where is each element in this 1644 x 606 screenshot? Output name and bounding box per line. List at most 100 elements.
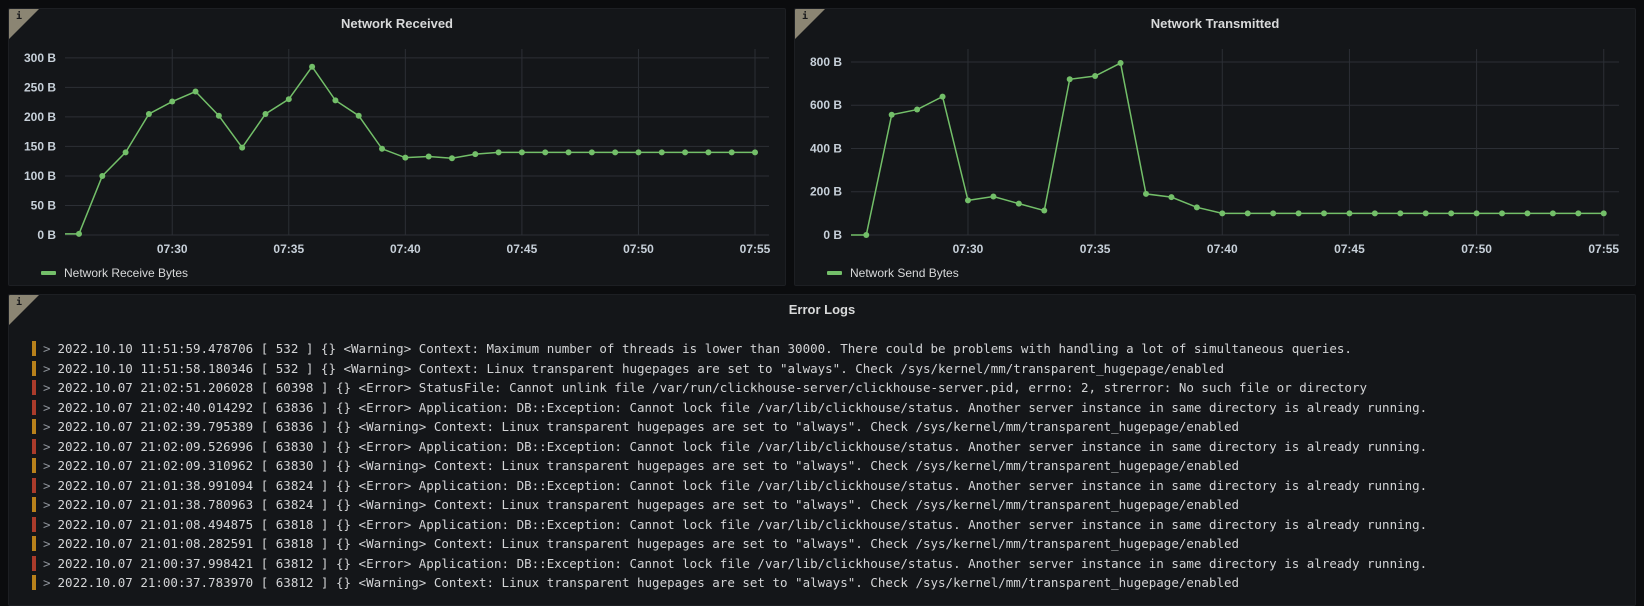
log-level-bar-error	[32, 517, 36, 532]
legend-line-swatch	[41, 271, 56, 275]
expand-chevron-icon[interactable]: >	[43, 419, 51, 434]
info-icon: i	[802, 11, 808, 22]
log-row[interactable]: >2022.10.07 21:02:39.795389 [ 63836 ] {}…	[32, 417, 1627, 437]
log-level-bar-warning	[32, 497, 36, 512]
panel-header: Network Transmitted	[795, 9, 1635, 37]
panel-title-network-transmitted[interactable]: Network Transmitted	[1151, 16, 1280, 31]
panel-error-logs: i Error Logs >2022.10.10 11:51:59.478706…	[8, 294, 1636, 606]
log-message: 2022.10.07 21:01:38.780963 [ 63824 ] {} …	[58, 497, 1240, 512]
log-level-bar-error	[32, 478, 36, 493]
log-row[interactable]: >2022.10.07 21:01:38.780963 [ 63824 ] {}…	[32, 495, 1627, 515]
network-received-chart[interactable]: 0 B 50 B 100 B 150 B 200 B 250 B 300 B 07:30 07:…	[9, 37, 785, 261]
log-row[interactable]: >2022.10.07 21:02:09.526996 [ 63830 ] {}…	[32, 437, 1627, 457]
panel-header: Error Logs	[9, 295, 1635, 323]
log-message: 2022.10.07 21:00:37.783970 [ 63812 ] {} …	[58, 575, 1240, 590]
svg-text:200 B: 200 B	[810, 185, 842, 199]
log-level-bar-warning	[32, 419, 36, 434]
log-message: 2022.10.07 21:02:39.795389 [ 63836 ] {} …	[58, 419, 1240, 434]
top-panels-row: i Network Received 0 B 50 B 100 B 150 B 200 …	[8, 8, 1636, 286]
log-row[interactable]: >2022.10.07 21:01:08.282591 [ 63818 ] {}…	[32, 534, 1627, 554]
log-message: 2022.10.10 11:51:59.478706 [ 532 ] {} <W…	[58, 341, 1352, 356]
expand-chevron-icon[interactable]: >	[43, 478, 51, 493]
expand-chevron-icon[interactable]: >	[43, 497, 51, 512]
panel-network-transmitted: i Network Transmitted 0 B 200 B 400 B 600 B…	[794, 8, 1636, 286]
expand-chevron-icon[interactable]: >	[43, 517, 51, 532]
expand-chevron-icon[interactable]: >	[43, 341, 51, 356]
expand-chevron-icon[interactable]: >	[43, 556, 51, 571]
log-level-bar-warning	[32, 536, 36, 551]
log-level-bar-error	[32, 439, 36, 454]
log-level-bar-warning	[32, 458, 36, 473]
log-level-bar-error	[32, 556, 36, 571]
chart-area: 0 B 50 B 100 B 150 B 200 B 250 B 300 B 07:30 07:…	[9, 37, 785, 261]
log-row[interactable]: >2022.10.07 21:02:51.206028 [ 60398 ] {}…	[32, 378, 1627, 398]
log-message: 2022.10.07 21:01:08.494875 [ 63818 ] {} …	[58, 517, 1428, 532]
svg-text:07:55: 07:55	[740, 242, 771, 256]
svg-text:07:40: 07:40	[1207, 242, 1238, 256]
expand-chevron-icon[interactable]: >	[43, 575, 51, 590]
svg-text:150 B: 150 B	[24, 139, 56, 153]
svg-text:200 B: 200 B	[24, 110, 56, 124]
svg-text:600 B: 600 B	[810, 98, 842, 112]
panel-network-received: i Network Received 0 B 50 B 100 B 150 B 200 …	[8, 8, 786, 286]
log-row[interactable]: >2022.10.10 11:51:59.478706 [ 532 ] {} <…	[32, 339, 1627, 359]
svg-text:300 B: 300 B	[24, 51, 56, 65]
log-level-bar-warning	[32, 575, 36, 590]
log-message: 2022.10.07 21:01:38.991094 [ 63824 ] {} …	[58, 478, 1428, 493]
svg-text:07:50: 07:50	[1461, 242, 1492, 256]
expand-chevron-icon[interactable]: >	[43, 439, 51, 454]
log-rows: >2022.10.10 11:51:59.478706 [ 532 ] {} <…	[9, 323, 1635, 605]
panel-title-error-logs[interactable]: Error Logs	[789, 302, 855, 317]
legend-label[interactable]: Network Send Bytes	[850, 266, 959, 280]
legend-label[interactable]: Network Receive Bytes	[64, 266, 188, 280]
svg-text:07:35: 07:35	[1080, 242, 1111, 256]
svg-text:07:55: 07:55	[1588, 242, 1619, 256]
svg-text:07:35: 07:35	[273, 242, 304, 256]
expand-chevron-icon[interactable]: >	[43, 380, 51, 395]
log-row[interactable]: >2022.10.07 21:02:09.310962 [ 63830 ] {}…	[32, 456, 1627, 476]
log-message: 2022.10.07 21:02:09.310962 [ 63830 ] {} …	[58, 458, 1240, 473]
svg-text:100 B: 100 B	[24, 169, 56, 183]
log-message: 2022.10.10 11:51:58.180346 [ 532 ] {} <W…	[58, 361, 1224, 376]
legend-line-swatch	[827, 271, 842, 275]
log-row[interactable]: >2022.10.07 21:00:37.783970 [ 63812 ] {}…	[32, 573, 1627, 593]
log-level-bar-warning	[32, 341, 36, 356]
legend-network-transmitted: Network Send Bytes	[795, 261, 1635, 285]
log-level-bar-error	[32, 400, 36, 415]
svg-text:07:50: 07:50	[623, 242, 654, 256]
expand-chevron-icon[interactable]: >	[43, 361, 51, 376]
panel-header: Network Received	[9, 9, 785, 37]
log-message: 2022.10.07 21:02:51.206028 [ 60398 ] {} …	[58, 380, 1367, 395]
grafana-dashboard: i Network Received 0 B 50 B 100 B 150 B 200 …	[0, 0, 1644, 606]
svg-text:50 B: 50 B	[31, 198, 57, 212]
legend-network-received: Network Receive Bytes	[9, 261, 785, 285]
log-message: 2022.10.07 21:02:09.526996 [ 63830 ] {} …	[58, 439, 1428, 454]
svg-text:400 B: 400 B	[810, 141, 842, 155]
svg-text:07:45: 07:45	[1334, 242, 1365, 256]
svg-text:250 B: 250 B	[24, 80, 56, 94]
log-level-bar-warning	[32, 361, 36, 376]
expand-chevron-icon[interactable]: >	[43, 536, 51, 551]
svg-text:07:45: 07:45	[507, 242, 538, 256]
svg-text:07:30: 07:30	[157, 242, 188, 256]
svg-text:07:30: 07:30	[953, 242, 984, 256]
svg-text:07:40: 07:40	[390, 242, 421, 256]
log-row[interactable]: >2022.10.07 21:02:40.014292 [ 63836 ] {}…	[32, 398, 1627, 418]
log-row[interactable]: >2022.10.07 21:01:08.494875 [ 63818 ] {}…	[32, 515, 1627, 535]
info-icon: i	[16, 11, 22, 22]
expand-chevron-icon[interactable]: >	[43, 400, 51, 415]
network-transmitted-chart[interactable]: 0 B 200 B 400 B 600 B 800 B 07:30 07:35 07:40 07…	[795, 37, 1635, 261]
svg-text:0 B: 0 B	[823, 228, 842, 242]
log-level-bar-error	[32, 380, 36, 395]
info-icon: i	[16, 297, 22, 308]
expand-chevron-icon[interactable]: >	[43, 458, 51, 473]
log-row[interactable]: >2022.10.07 21:00:37.998421 [ 63812 ] {}…	[32, 554, 1627, 574]
log-row[interactable]: >2022.10.07 21:01:38.991094 [ 63824 ] {}…	[32, 476, 1627, 496]
log-message: 2022.10.07 21:00:37.998421 [ 63812 ] {} …	[58, 556, 1428, 571]
log-row[interactable]: >2022.10.10 11:51:58.180346 [ 532 ] {} <…	[32, 359, 1627, 379]
svg-text:0 B: 0 B	[37, 228, 56, 242]
panel-title-network-received[interactable]: Network Received	[341, 16, 453, 31]
svg-text:800 B: 800 B	[810, 55, 842, 69]
chart-area: 0 B 200 B 400 B 600 B 800 B 07:30 07:35 07:40 07…	[795, 37, 1635, 261]
log-message: 2022.10.07 21:01:08.282591 [ 63818 ] {} …	[58, 536, 1240, 551]
